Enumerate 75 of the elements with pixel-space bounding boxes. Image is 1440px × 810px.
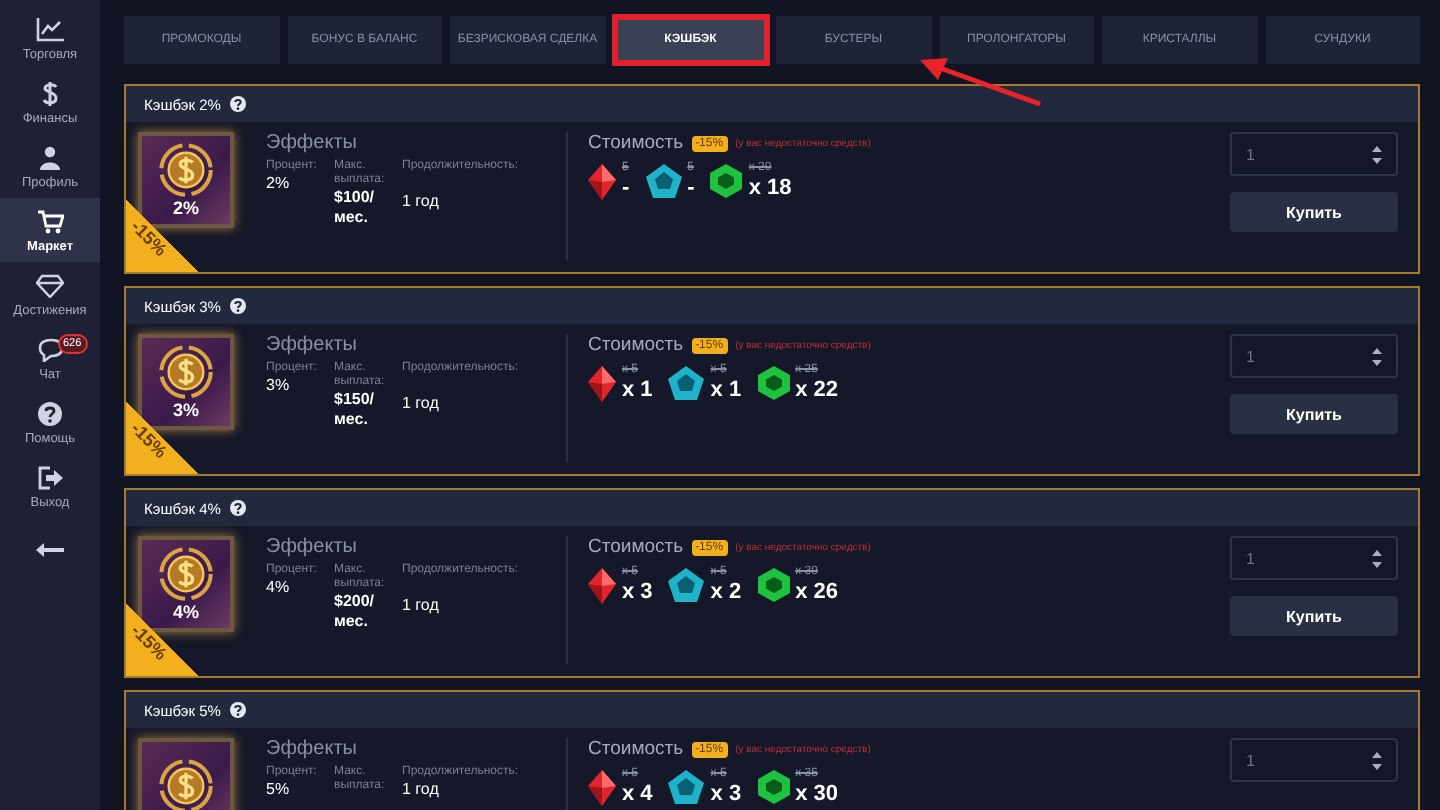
help-icon[interactable] (230, 298, 247, 314)
stat-value: 1 год (402, 595, 439, 618)
dollar-icon (40, 79, 60, 107)
effects-heading: Эффекты (266, 536, 359, 558)
new-price: x 3 (710, 782, 742, 806)
dollar-coin-icon (158, 546, 214, 602)
diamond-gem-icon (588, 365, 616, 401)
stat-value: $200/ мес. (334, 592, 377, 632)
stat-value: $100/ мес. (334, 188, 377, 228)
diamond-gem-icon (588, 163, 616, 199)
chart-icon (36, 17, 64, 41)
new-price: x 1 (622, 378, 653, 402)
image-label: 3% (172, 400, 199, 420)
help-icon (38, 401, 62, 425)
hexagon-gem-icon (710, 164, 743, 198)
buy-button[interactable]: Купить (1230, 596, 1398, 636)
spinner-arrows-icon (1372, 549, 1382, 567)
dollar-coin-icon (158, 142, 214, 198)
new-price: x 3 (622, 580, 653, 604)
help-icon[interactable] (230, 702, 247, 718)
arrow-left-icon (36, 542, 64, 558)
stat-value: 1 год (402, 393, 439, 416)
stat-value: 4% (266, 578, 292, 598)
new-price: x 1 (710, 378, 742, 402)
pentagon-gem-icon (668, 568, 705, 602)
annotation-arrow (916, 56, 1044, 108)
person-icon (40, 145, 60, 169)
pentagon-gem-icon (645, 164, 682, 198)
diamond-gem-icon (588, 769, 616, 805)
cost-heading: Стоимость (588, 334, 684, 356)
new-price: - (622, 176, 630, 200)
quantity-field[interactable]: 1 (1230, 132, 1398, 176)
cost-heading: Стоимость (588, 132, 684, 154)
spinner-arrows-icon (1372, 751, 1382, 769)
buy-button[interactable]: Купить (1230, 394, 1398, 434)
stat-value: 5% (266, 780, 292, 800)
new-price: x 22 (795, 378, 839, 402)
effects-heading: Эффекты (266, 738, 359, 760)
effects-heading: Эффекты (266, 132, 359, 154)
stat-value: 3% (266, 376, 292, 396)
stat-value: 1 год (402, 780, 439, 800)
hexagon-gem-icon (757, 770, 790, 804)
effects-heading: Эффекты (266, 334, 359, 356)
image-label: 4% (172, 602, 199, 622)
exit-icon (37, 465, 63, 489)
new-price: x 26 (795, 580, 839, 604)
stat-value: $150/ мес. (334, 390, 377, 430)
quantity-field[interactable]: 1 (1230, 334, 1398, 378)
chat-icon (37, 337, 63, 361)
diamond-gem-icon (588, 567, 616, 603)
new-price: x 2 (710, 580, 742, 604)
image-label: 2% (172, 198, 199, 218)
new-price: x 18 (748, 176, 792, 200)
stat-value: 2% (266, 174, 292, 194)
quantity-field[interactable]: 1 (1230, 536, 1398, 580)
new-price: x 4 (622, 782, 653, 806)
new-price: - (687, 176, 695, 200)
pentagon-gem-icon (668, 366, 705, 400)
help-icon[interactable] (230, 500, 247, 516)
spinner-arrows-icon (1372, 145, 1382, 163)
cart-icon (37, 209, 63, 233)
help-icon[interactable] (230, 96, 247, 112)
dollar-coin-icon (158, 758, 214, 810)
dollar-coin-icon (158, 344, 214, 400)
spinner-arrows-icon (1372, 347, 1382, 365)
cost-heading: Стоимость (588, 536, 684, 558)
buy-button[interactable]: Купить (1230, 192, 1398, 232)
diamond-icon (36, 273, 64, 297)
stat-value: 1 год (402, 191, 439, 214)
quantity-field[interactable]: 1 (1230, 738, 1398, 782)
pentagon-gem-icon (668, 770, 705, 804)
cost-heading: Стоимость (588, 738, 684, 760)
hexagon-gem-icon (757, 366, 790, 400)
new-price: x 30 (795, 782, 839, 806)
hexagon-gem-icon (757, 568, 790, 602)
